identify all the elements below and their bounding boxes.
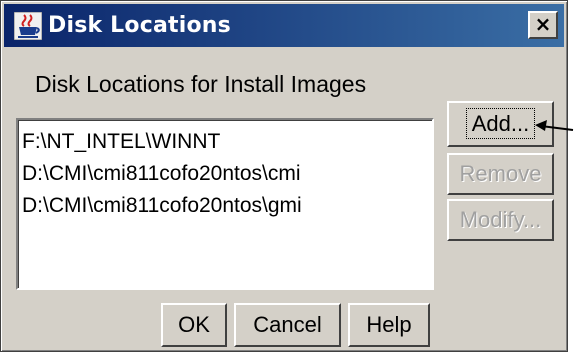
remove-button[interactable]: Remove <box>447 153 554 195</box>
list-item[interactable]: F:\NT_INTEL\WINNT <box>22 126 428 158</box>
pointer-arrow-icon <box>535 120 574 131</box>
list-item[interactable]: D:\CMI\cmi811cofo20ntos\cmi <box>22 158 428 190</box>
help-button-label: Help <box>366 312 412 337</box>
help-button[interactable]: Help <box>348 303 430 347</box>
java-cup-icon <box>13 11 43 40</box>
title-bar[interactable]: Disk Locations × <box>4 4 564 47</box>
ok-button-label: OK <box>178 312 210 337</box>
add-button-label: Add... <box>465 108 536 139</box>
list-item[interactable]: D:\CMI\cmi811cofo20ntos\gmi <box>22 190 428 222</box>
cancel-button-label: Cancel <box>253 312 322 337</box>
close-button[interactable]: × <box>528 11 558 39</box>
remove-button-label: Remove <box>459 161 542 186</box>
modify-button-label: Modify... <box>459 207 542 232</box>
disk-locations-list[interactable]: F:\NT_INTEL\WINNT D:\CMI\cmi811cofo20nto… <box>16 118 434 290</box>
modify-button[interactable]: Modify... <box>447 199 554 241</box>
ok-button[interactable]: OK <box>161 303 227 347</box>
window-title: Disk Locations <box>48 13 231 38</box>
install-images-label: Disk Locations for Install Images <box>35 71 367 97</box>
cancel-button[interactable]: Cancel <box>234 303 341 347</box>
disk-locations-dialog: Disk Locations × Disk Locations for Inst… <box>0 0 568 352</box>
